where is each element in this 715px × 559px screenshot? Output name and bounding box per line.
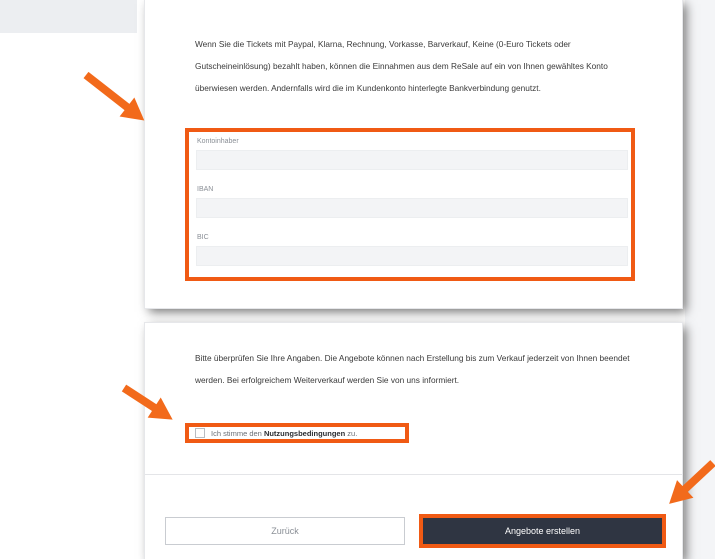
terms-checkbox[interactable]	[195, 428, 205, 438]
account-holder-input[interactable]	[196, 150, 628, 170]
resale-payout-info: Wenn Sie die Tickets mit Paypal, Klarna,…	[195, 39, 608, 93]
confirmation-panel: Bitte überprüfen Sie Ihre Angaben. Die A…	[145, 323, 682, 559]
section-divider	[145, 474, 682, 475]
terms-link[interactable]: Nutzungsbedingungen	[264, 429, 345, 438]
terms-label-prefix: Ich stimme den	[211, 428, 264, 438]
annotation-arrow-form	[83, 71, 135, 114]
bic-label: BIC	[197, 234, 209, 241]
iban-label: IBAN	[197, 186, 214, 193]
terms-label: Ich stimme den Nutzungsbedingungen zu.	[211, 429, 357, 438]
terms-highlight: Ich stimme den Nutzungsbedingungen zu.	[185, 423, 409, 443]
bic-input[interactable]	[196, 246, 628, 266]
iban-input[interactable]	[196, 198, 628, 218]
confirmation-info: Bitte überprüfen Sie Ihre Angaben. Die A…	[195, 353, 630, 385]
bank-details-panel: Wenn Sie die Tickets mit Paypal, Klarna,…	[145, 0, 682, 308]
sidebar-background	[0, 0, 137, 33]
bank-details-highlight: Kontoinhaber IBAN BIC	[185, 128, 635, 281]
create-offers-button[interactable]: Angebote erstellen	[423, 518, 662, 544]
back-button[interactable]: Zurück	[165, 517, 405, 545]
terms-label-suffix: zu.	[345, 428, 358, 438]
account-holder-label: Kontoinhaber	[197, 138, 239, 145]
